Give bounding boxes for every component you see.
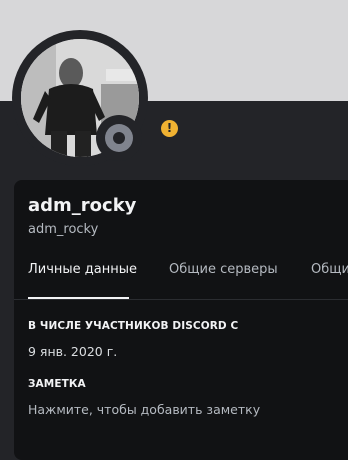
- tab-personal-info[interactable]: Личные данные: [28, 262, 137, 300]
- note-title: ЗАМЕТКА: [28, 378, 86, 390]
- note-input[interactable]: Нажмите, чтобы добавить заметку: [28, 402, 260, 417]
- tab-mutual-friends[interactable]: Общи: [311, 262, 348, 300]
- profile-tabs: Личные данные Общие серверы Общи: [28, 262, 348, 302]
- display-name: adm_rocky: [28, 195, 137, 216]
- member-since-title: В ЧИСЛЕ УЧАСТНИКОВ DISCORD С: [28, 320, 239, 332]
- tab-mutual-servers[interactable]: Общие серверы: [169, 262, 278, 300]
- member-since-date: 9 янв. 2020 г.: [28, 344, 118, 359]
- username: adm_rocky: [28, 222, 99, 237]
- status-offline-icon: [105, 124, 133, 152]
- warning-badge-icon[interactable]: !: [161, 120, 178, 137]
- tabs-divider: [14, 299, 348, 300]
